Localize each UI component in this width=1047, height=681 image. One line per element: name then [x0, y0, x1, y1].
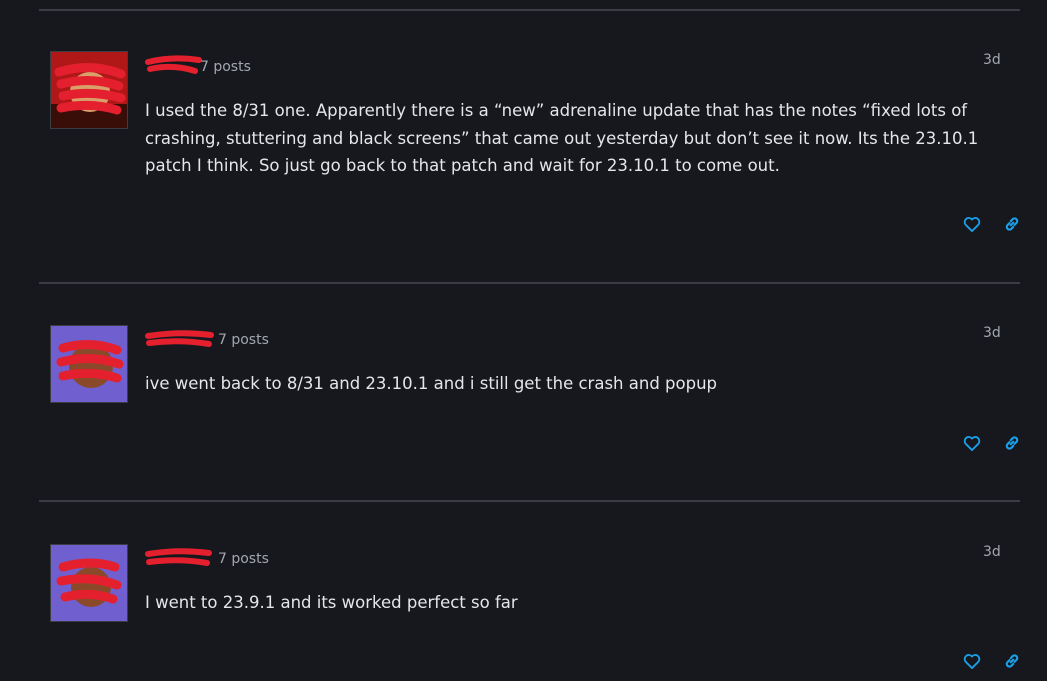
post-timestamp[interactable]: 3d: [983, 544, 1001, 560]
post-count: 7 posts: [218, 332, 269, 348]
post-divider: [39, 500, 1020, 502]
post-body: ive went back to 8/31 and 23.10.1 and i …: [145, 374, 718, 393]
heart-icon[interactable]: [962, 651, 982, 671]
link-icon[interactable]: [1002, 433, 1022, 453]
post-count: 7 posts: [200, 59, 251, 75]
post-count: 7 posts: [218, 551, 269, 567]
post-divider: [39, 282, 1020, 284]
avatar[interactable]: [50, 544, 128, 622]
post-timestamp[interactable]: 3d: [983, 52, 1001, 68]
username-redacted[interactable]: [145, 328, 215, 350]
username-redacted[interactable]: [145, 54, 203, 76]
heart-icon[interactable]: [962, 214, 982, 234]
heart-icon[interactable]: [962, 433, 982, 453]
link-icon[interactable]: [1002, 214, 1022, 234]
post-body: I used the 8/31 one. Apparently there is…: [145, 101, 979, 175]
forum-thread: 7 posts 3d I used the 8/31 one. Apparent…: [0, 0, 1047, 681]
avatar[interactable]: [50, 325, 128, 403]
post-timestamp[interactable]: 3d: [983, 325, 1001, 341]
link-icon[interactable]: [1002, 651, 1022, 671]
post-body: I went to 23.9.1 and its worked perfect …: [145, 593, 518, 612]
avatar[interactable]: [50, 51, 128, 129]
post-divider: [39, 9, 1020, 11]
username-redacted[interactable]: [145, 547, 213, 569]
